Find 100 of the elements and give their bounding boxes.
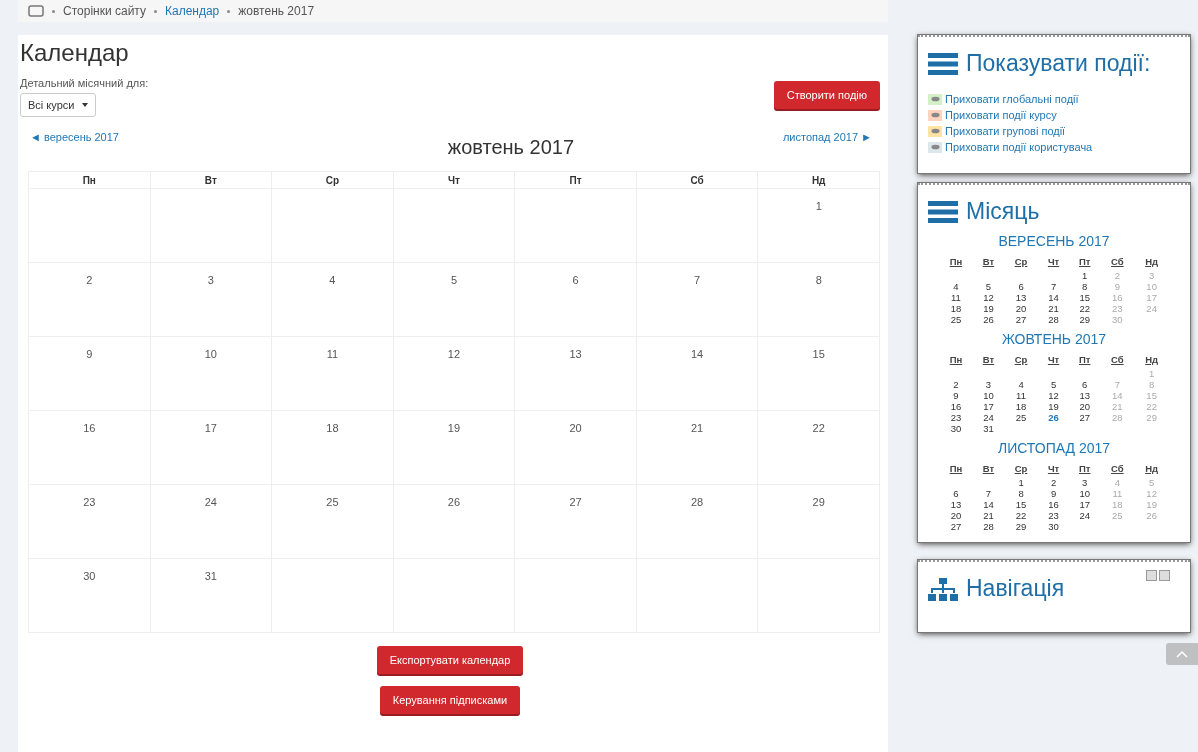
action-button[interactable]: Керування підписками [379,686,521,714]
course-dropdown[interactable]: Всі курси [20,93,97,117]
mini-day: 11 [1016,390,1026,402]
action-button[interactable]: Експортувати календар [376,646,524,674]
weekday-abbreviation: Чт [1046,255,1061,270]
day-number[interactable]: 15 [812,348,825,360]
day-number[interactable]: 14 [690,348,704,360]
day-number[interactable]: 12 [447,348,461,360]
weekday-abbreviation: Вт [981,353,996,368]
day-number[interactable]: 28 [690,496,704,508]
breadcrumb-item[interactable]: Сторінки сайту [63,4,146,18]
day-number[interactable]: 21 [690,422,704,434]
weekday-abbreviation: Пн [948,462,964,477]
weekday-header: Чт [393,171,515,189]
sitemap-icon [928,578,958,603]
mini-day: 21 [1048,303,1059,315]
weekday-header: Пн [28,171,151,189]
mini-day: 27 [1015,314,1027,326]
day-number[interactable]: 18 [326,422,339,434]
mini-day: 5 [1149,477,1155,489]
day-number[interactable]: 20 [569,422,582,434]
weekday-header: Ср [271,171,394,189]
block-title: Місяць [966,197,1040,227]
create-event-button[interactable]: Створити подію [773,81,880,109]
weekday-abbreviation: Чт [1046,353,1061,368]
day-number[interactable]: 30 [83,570,96,582]
day-number[interactable]: 25 [326,496,339,508]
day-number[interactable]: 8 [815,274,822,286]
mini-day: 24 [983,412,994,424]
previous-month-link[interactable]: ◄ вересень 2017 [30,131,119,143]
day-number[interactable]: 19 [447,422,461,434]
day-number[interactable]: 6 [572,274,579,286]
mini-day: 24 [1079,510,1090,522]
month-link[interactable]: ВЕРЕСЕНЬ 2017 [998,233,1110,250]
hide-events-link[interactable]: Приховати глобальні події [945,93,1079,106]
mini-day: 6 [1018,281,1024,293]
breadcrumb-item[interactable]: Календар [164,4,220,18]
mini-day: 2 [1114,270,1120,282]
weekday-abbreviation: Вт [981,255,996,270]
mini-day: 31 [983,423,994,435]
mini-day: 27 [1079,412,1090,424]
weekday-abbreviation: Сб [1110,353,1125,368]
day-number[interactable]: 13 [569,348,582,360]
day-number[interactable]: 24 [204,496,217,508]
weekday-abbreviation: Ср [1013,353,1029,368]
day-number[interactable]: 7 [694,274,701,286]
month-link[interactable]: ЖОВТЕНЬ 2017 [1001,331,1107,348]
mini-day: 2 [1050,477,1057,489]
mini-day: 11 [1112,488,1123,500]
day-number[interactable]: 2 [86,274,93,286]
day-number[interactable]: 17 [204,422,217,434]
day-number[interactable]: 4 [329,274,336,286]
day-number[interactable]: 31 [204,570,217,582]
day-number[interactable]: 23 [83,496,96,508]
mini-day: 18 [1015,401,1027,413]
weekday-header: Пт [514,171,637,189]
day-number[interactable]: 3 [207,274,214,286]
mini-day: 19 [983,303,994,315]
mini-day: 25 [1112,510,1123,522]
mini-day: 24 [1146,303,1157,315]
mini-day: 21 [983,510,994,522]
mini-day: 12 [1048,390,1059,402]
mini-day: 23 [1112,303,1123,315]
next-month-link[interactable]: листопад 2017 ► [782,131,872,143]
day-number[interactable]: 10 [204,348,217,360]
mini-day: 10 [1079,488,1090,500]
day-number[interactable]: 5 [450,274,458,286]
weekday-abbreviation: Сб [1110,462,1125,477]
mini-day: 19 [1146,499,1157,511]
day-number[interactable]: 22 [812,422,825,434]
month-link[interactable]: ЛИСТОПАД 2017 [997,440,1111,457]
day-number[interactable]: 11 [326,348,339,360]
mini-day: 6 [1082,379,1088,391]
mini-day: 30 [950,423,962,435]
mini-day: 1 [1082,270,1088,282]
day-number[interactable]: 16 [83,422,96,434]
mini-day: 13 [1015,292,1027,304]
mini-day: 26 [1146,510,1157,522]
hide-events-link[interactable]: Приховати події користувача [945,141,1093,154]
mini-day: 28 [983,521,994,533]
day-number[interactable]: 27 [569,496,582,508]
day-number[interactable]: 26 [447,496,461,508]
mini-day: 15 [1146,390,1157,402]
weekday-abbreviation: Пн [948,353,964,368]
hide-events-link[interactable]: Приховати події курсу [945,109,1057,122]
mini-day: 20 [1079,401,1090,413]
mini-day: 29 [1015,521,1027,533]
mini-day: 4 [953,281,959,293]
hide-events-link[interactable]: Приховати групові події [945,125,1066,138]
day-number[interactable]: 29 [812,496,825,508]
mini-day: 15 [1015,499,1027,511]
day-number[interactable]: 9 [86,348,93,360]
mini-day: 7 [985,488,992,500]
scroll-to-top-button[interactable] [1166,643,1198,665]
day-number[interactable]: 1 [815,200,822,212]
mini-day: 3 [985,379,992,391]
weekday-abbreviation: Пт [1077,462,1092,477]
home-icon[interactable] [28,5,44,17]
mini-day: 15 [1079,292,1090,304]
mini-day: 8 [1018,488,1024,500]
